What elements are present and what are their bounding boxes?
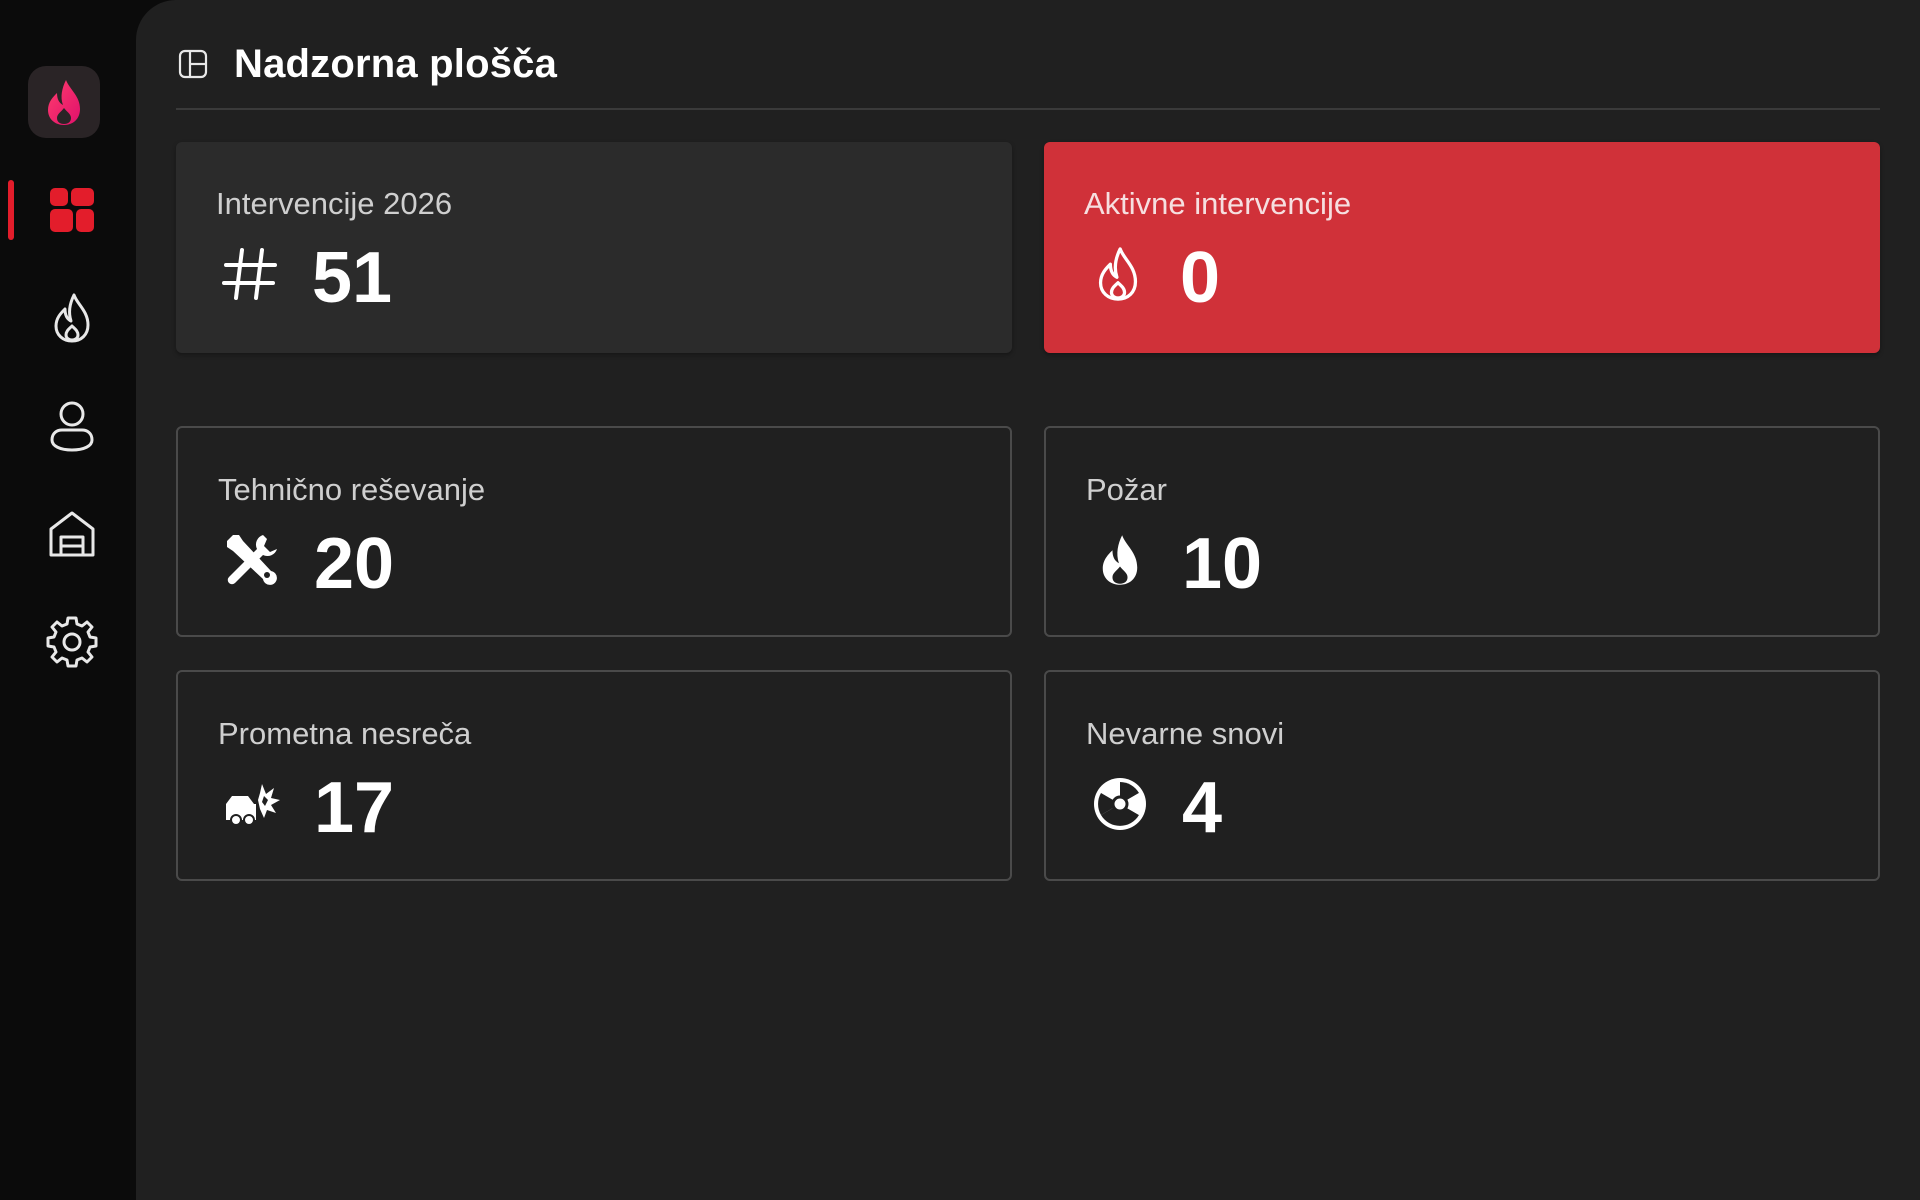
page-header: Nadzorna plošča [176,40,1880,110]
app-logo[interactable] [28,66,100,138]
stat-value: 51 [312,238,393,318]
sidebar-item-members[interactable] [36,390,108,462]
sidebar [0,0,136,1200]
stat-value: 20 [314,524,395,604]
stat-label: Prometna nesreča [218,716,472,751]
active-nav-indicator [8,180,14,240]
fire-icon [1088,528,1152,592]
radiation-icon [1088,772,1152,836]
car-crash-icon [220,772,284,836]
sidebar-item-stations[interactable] [36,498,108,570]
gear-icon [46,616,98,668]
stat-value: 0 [1180,238,1221,318]
sidebar-item-interventions[interactable] [36,282,108,354]
page-title: Nadzorna plošča [234,41,558,86]
stat-card-fire[interactable]: Požar 10 [1044,426,1880,637]
person-icon [50,401,94,452]
wrench-screwdriver-icon [220,528,284,592]
stat-label: Intervencije 2026 [216,186,453,221]
sidebar-item-dashboard[interactable] [36,174,108,246]
app-window: Nadzorna plošča Intervencije 2026 51 Akt… [0,0,1920,1200]
stat-card-hazardous-materials[interactable]: Nevarne snovi 4 [1044,670,1880,881]
flame-logo-icon [48,80,80,125]
board-icon [178,49,208,79]
garage-icon [49,511,95,557]
main-panel: Nadzorna plošča Intervencije 2026 51 Akt… [136,0,1920,1200]
flame-outline-icon [1086,242,1150,306]
stat-card-active[interactable]: Aktivne intervencije 0 [1044,142,1880,353]
stat-value: 17 [314,768,395,848]
stat-card-total[interactable]: Intervencije 2026 51 [176,142,1012,353]
stat-card-traffic-accident[interactable]: Prometna nesreča 17 [176,670,1012,881]
dashboard-icon [50,188,94,232]
hash-icon [218,242,282,306]
stat-card-technical-rescue[interactable]: Tehnično reševanje 20 [176,426,1012,637]
sidebar-item-settings[interactable] [36,606,108,678]
stat-label: Tehnično reševanje [218,472,486,507]
stat-value: 10 [1182,524,1263,604]
stat-label: Nevarne snovi [1086,716,1285,751]
stat-label: Aktivne intervencije [1084,186,1352,221]
stat-label: Požar [1086,472,1167,507]
stat-value: 4 [1182,768,1223,848]
flame-icon [54,293,90,343]
